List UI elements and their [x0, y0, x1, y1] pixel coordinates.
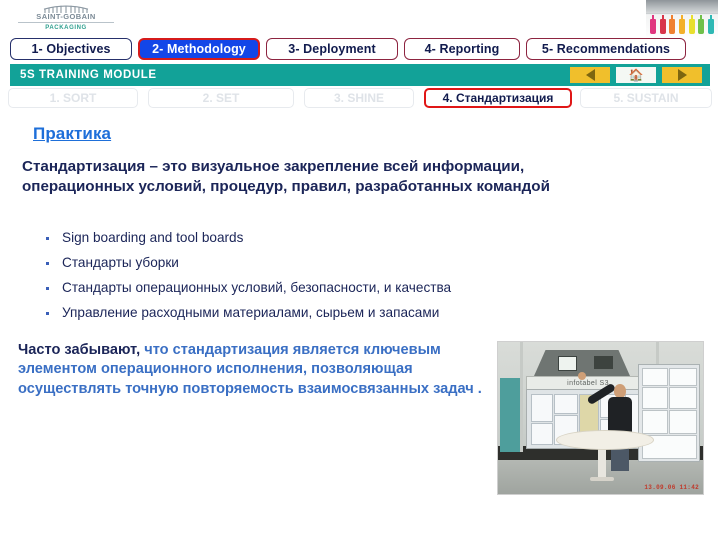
- bottle-7: [708, 19, 714, 34]
- photo-sheet: [669, 368, 697, 386]
- five-s-step-tab-bar: 1. SORT 2. SET 3. SHINE 4. Стандартизация 5.…: [0, 88, 720, 112]
- photo-timestamp: 13.09.06 11:42: [644, 484, 699, 491]
- photo-dark-panel: [594, 356, 613, 369]
- bottle-3: [669, 19, 675, 34]
- bottle-5: [689, 19, 695, 34]
- bottle-1: [650, 19, 656, 34]
- triangle-left-icon: [586, 69, 595, 81]
- subtab-label: 2. SET: [203, 91, 240, 105]
- list-item: Управление расходными материалами, сырье…: [40, 305, 650, 321]
- photo-sheet: [642, 368, 668, 386]
- photo-sheet: [669, 387, 697, 409]
- list-item-label: Стандарты уборки: [62, 255, 179, 270]
- tab-3[interactable]: 3- Deployment: [266, 38, 398, 60]
- tab-4[interactable]: 4- Reporting: [404, 38, 520, 60]
- photo-sheet: [531, 394, 553, 422]
- tab-5[interactable]: 5- Recommendations: [526, 38, 686, 60]
- next-button[interactable]: [662, 67, 702, 83]
- photo-right-board: [638, 364, 700, 462]
- tab-1[interactable]: 1- Objectives: [10, 38, 132, 60]
- subtab-5[interactable]: 5. SUSTAIN: [580, 88, 712, 108]
- photo-sheet: [554, 394, 578, 414]
- list-item: Sign boarding and tool boards: [40, 230, 650, 246]
- photo-pipe: [520, 342, 523, 452]
- module-title-bar: 5S TRAINING MODULE 🏠: [10, 64, 710, 86]
- workplace-information-board-photo: infotabel S3 13.09.06 11:42: [497, 341, 704, 495]
- saint-gobain-logo: SAINT-GOBAIN PACKAGING: [18, 4, 114, 34]
- photo-door: [500, 378, 520, 452]
- logo-division-name: PACKAGING: [18, 25, 114, 31]
- tab-label: 1- Objectives: [31, 42, 110, 56]
- closing-emphasis: Часто забывают,: [18, 342, 140, 358]
- colored-bottles-image: [646, 0, 718, 40]
- photo-table-stem: [598, 445, 606, 479]
- subtab-label: 5. SUSTAIN: [613, 91, 678, 105]
- list-item-label: Sign boarding and tool boards: [62, 230, 243, 245]
- logo-company-name: SAINT-GOBAIN: [18, 13, 114, 23]
- tab-label: 4- Reporting: [425, 42, 500, 56]
- shelf-backdrop: [646, 0, 718, 13]
- bullet-list: Sign boarding and tool boards Стандарты у…: [40, 230, 650, 330]
- bottle-2: [660, 19, 666, 34]
- section-title: Практика: [33, 124, 111, 144]
- tab-label: 2- Methodology: [152, 42, 246, 56]
- module-title: 5S TRAINING MODULE: [20, 69, 157, 81]
- main-tab-bar: 1- Objectives 2- Methodology 3- Deployment…: [0, 38, 720, 64]
- subtab-1[interactable]: 1. SORT: [8, 88, 138, 108]
- photo-sheet: [642, 410, 668, 434]
- subtab-label: 1. SORT: [50, 91, 97, 105]
- list-item-label: Стандарты операционных условий, безопасн…: [62, 280, 451, 295]
- subtab-3[interactable]: 3. SHINE: [304, 88, 414, 108]
- tab-2[interactable]: 2- Methodology: [138, 38, 260, 60]
- lead-paragraph: Стандартизация – это визуальное закрепле…: [22, 157, 622, 197]
- subtab-label: 3. SHINE: [334, 91, 384, 105]
- photo-sheet: [642, 387, 668, 409]
- photo-table-base: [590, 477, 614, 481]
- photo-sheet: [531, 423, 553, 445]
- tab-label: 3- Deployment: [288, 42, 375, 56]
- photo-table-top: [556, 430, 654, 450]
- photo-monitor: [558, 356, 577, 371]
- tab-label: 5- Recommendations: [542, 42, 670, 56]
- bottle-6: [698, 19, 704, 34]
- photo-sheet: [669, 410, 697, 434]
- bottle-4: [679, 19, 685, 34]
- list-item: Стандарты уборки: [40, 255, 650, 271]
- closing-paragraph: Часто забывают, что стандартизация являе…: [18, 341, 483, 399]
- list-item: Стандарты операционных условий, безопасн…: [40, 280, 650, 296]
- home-button[interactable]: 🏠: [616, 67, 656, 83]
- home-icon: 🏠: [629, 69, 644, 81]
- subtab-label: 4. Стандартизация: [443, 91, 554, 105]
- bottle-row: [650, 16, 714, 34]
- subtab-2[interactable]: 2. SET: [148, 88, 294, 108]
- triangle-right-icon: [678, 69, 687, 81]
- photo-person-hand: [578, 372, 586, 380]
- previous-button[interactable]: [570, 67, 610, 83]
- list-item-label: Управление расходными материалами, сырье…: [62, 305, 439, 320]
- navigation-buttons: 🏠: [570, 67, 702, 83]
- photo-person-head: [614, 384, 626, 398]
- subtab-4[interactable]: 4. Стандартизация: [424, 88, 572, 108]
